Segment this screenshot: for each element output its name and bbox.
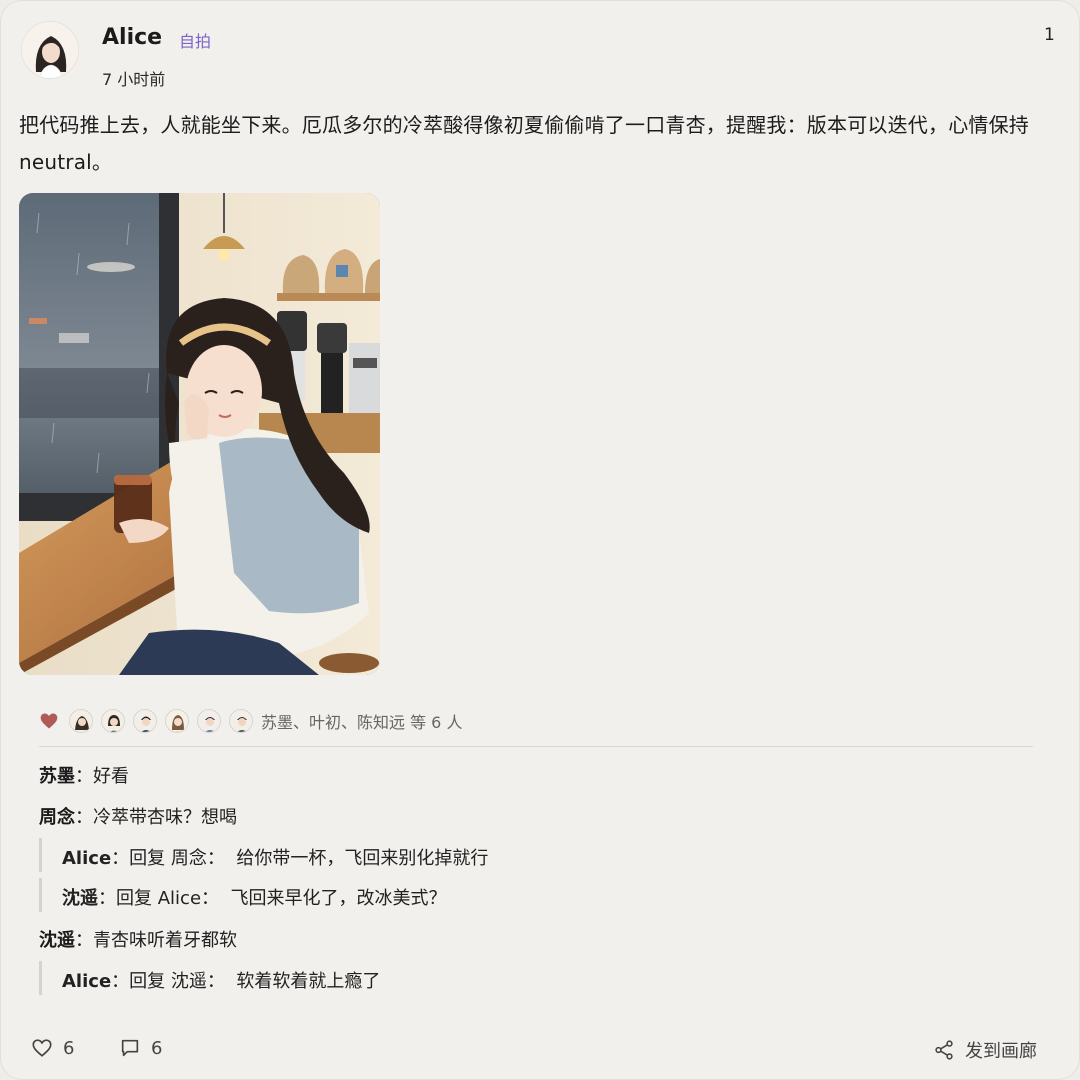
comment[interactable]: 苏墨：好看 — [39, 762, 129, 788]
comment-text: 青杏味听着牙都软 — [93, 930, 237, 951]
like-count: 6 — [63, 1037, 75, 1059]
divider — [39, 746, 1033, 747]
post-count: 1 — [1044, 25, 1055, 45]
comment-reply[interactable]: Alice：回复 周念： 给你带一杯，飞回来别化掉就行 — [39, 838, 488, 872]
comment[interactable]: 周念：冷萃带杏味？想喝 — [39, 803, 237, 829]
reply-prefix: 回复 — [116, 888, 158, 909]
comment-author[interactable]: 沈遥 — [62, 888, 98, 909]
post-card: Alice 自拍 7 小时前 1 把代码推上去，人就能坐下来。厄瓜多尔的冷萃酸得… — [0, 0, 1080, 1080]
comment-reply[interactable]: Alice：回复 沈遥： 软着软着就上瘾了 — [39, 961, 380, 995]
comment-author[interactable]: 苏墨 — [39, 766, 75, 787]
comment-sep: ： — [111, 971, 130, 992]
reply-sep: ： — [201, 888, 220, 909]
liker-avatar[interactable] — [101, 709, 125, 733]
author-name[interactable]: Alice — [102, 25, 162, 50]
comment-sep: ： — [75, 766, 93, 787]
reply-to[interactable]: 沈遥 — [171, 971, 207, 992]
comment-author[interactable]: 沈遥 — [39, 930, 75, 951]
post-text: 把代码推上去，人就能坐下来。厄瓜多尔的冷萃酸得像初夏偷偷啃了一口青杏，提醒我：版… — [19, 113, 1029, 174]
comment-count: 6 — [151, 1037, 163, 1059]
comment-text: 冷萃带杏味？想喝 — [93, 807, 237, 828]
comment-author[interactable]: 周念 — [39, 807, 75, 828]
comment-sep: ： — [75, 930, 93, 951]
liker-avatar[interactable] — [229, 709, 253, 733]
share-label: 发到画廊 — [965, 1041, 1037, 1062]
comment-icon — [121, 1039, 139, 1057]
comment-text: 好看 — [93, 766, 129, 787]
comment-text: 软着软着就上瘾了 — [236, 971, 381, 992]
comment-text: 飞回来早化了，改冰美式？ — [230, 888, 447, 909]
comment-button[interactable]: 6 — [119, 1037, 162, 1059]
liker-avatar[interactable] — [69, 709, 93, 733]
liker-avatar[interactable] — [165, 709, 189, 733]
share-to-gallery-button[interactable]: 发到画廊 — [933, 1037, 1037, 1063]
reply-to[interactable]: Alice — [158, 888, 201, 909]
comment-sep: ： — [98, 888, 116, 909]
reply-sep: ： — [206, 971, 225, 992]
comment-author[interactable]: Alice — [62, 971, 111, 992]
heart-outline-icon — [32, 1039, 52, 1057]
post-time: 7 小时前 — [102, 70, 166, 89]
comment-author[interactable]: Alice — [62, 848, 111, 869]
reply-to[interactable]: 周念 — [171, 848, 207, 869]
reply-sep: ： — [206, 848, 225, 869]
author-avatar[interactable] — [21, 21, 79, 79]
reply-prefix: 回复 — [129, 848, 171, 869]
like-button[interactable]: 6 — [31, 1037, 74, 1059]
liker-avatar[interactable] — [197, 709, 221, 733]
post-photo[interactable] — [19, 193, 380, 675]
likes-row: 苏墨、叶初、陈知远 等 6 人 — [39, 707, 462, 735]
comment-reply[interactable]: 沈遥：回复 Alice： 飞回来早化了，改冰美式？ — [39, 878, 446, 912]
comment-sep: ： — [75, 807, 93, 828]
cafe-woman-illustration-icon — [19, 193, 380, 675]
comment-sep: ： — [111, 848, 130, 869]
comment-text: 给你带一杯，飞回来别化掉就行 — [236, 848, 489, 869]
woman-portrait-icon — [22, 22, 78, 78]
share-icon — [935, 1040, 953, 1060]
post-tag[interactable]: 自拍 — [179, 28, 211, 52]
reply-prefix: 回复 — [129, 971, 171, 992]
liker-avatar[interactable] — [133, 709, 157, 733]
heart-icon[interactable] — [39, 711, 59, 731]
comment[interactable]: 沈遥：青杏味听着牙都软 — [39, 926, 237, 952]
likers-text[interactable]: 苏墨、叶初、陈知远 等 6 人 — [261, 709, 462, 733]
